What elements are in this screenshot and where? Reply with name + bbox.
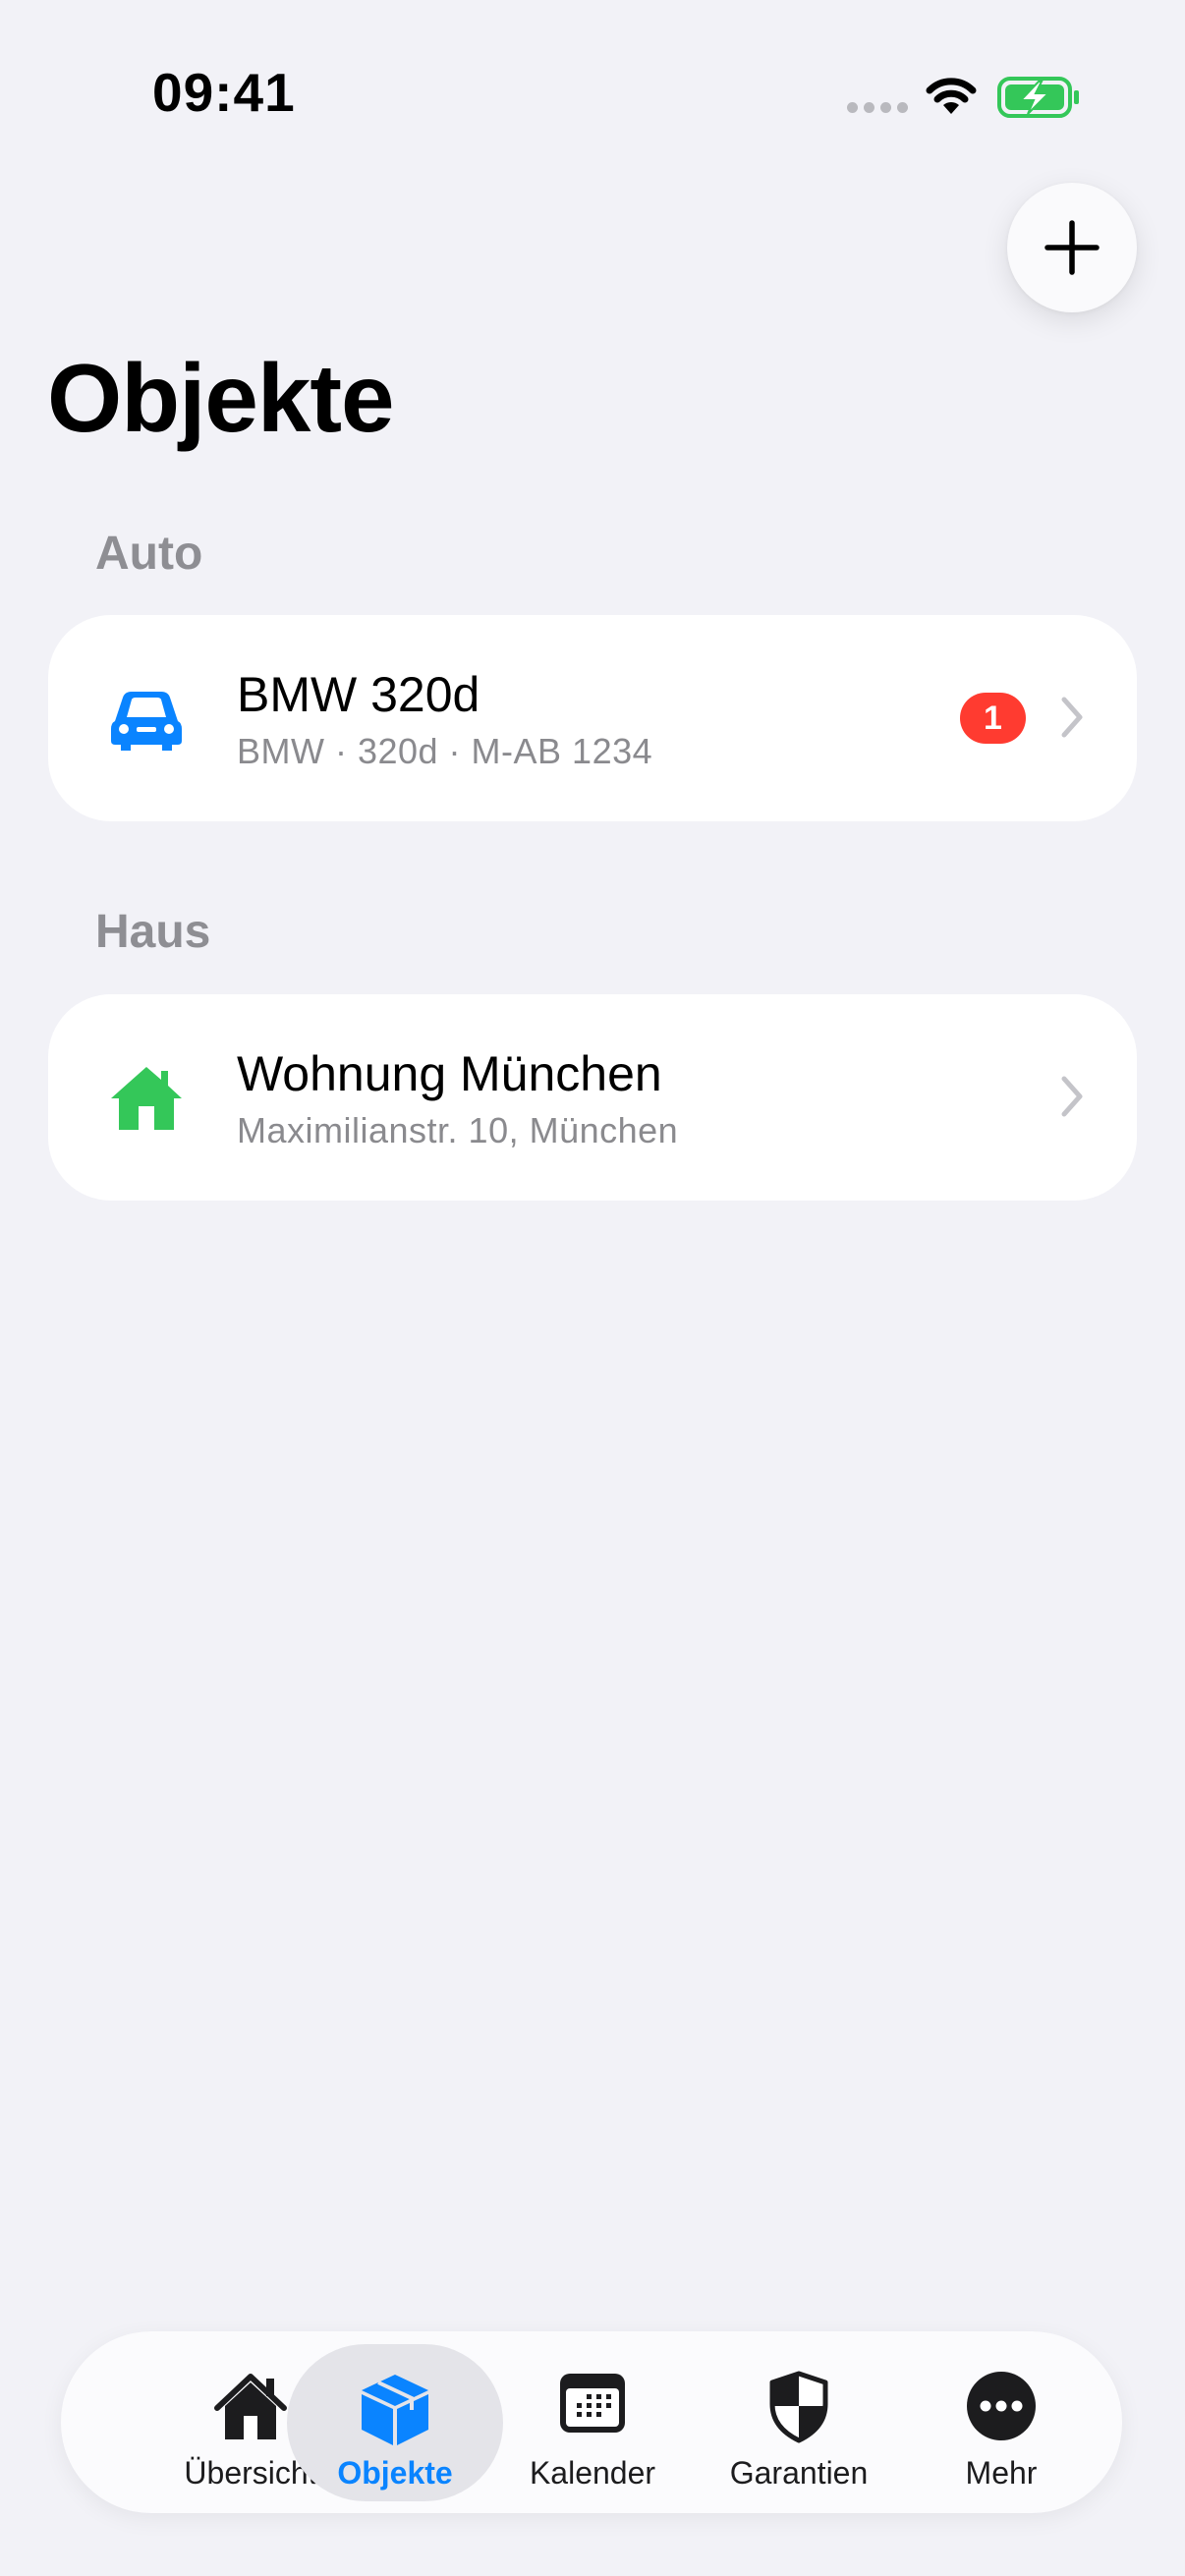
signal-dots-icon — [847, 102, 908, 113]
add-button[interactable] — [1007, 183, 1137, 312]
status-bar: 09:41 — [0, 0, 1185, 187]
calendar-icon — [560, 2374, 625, 2433]
tab-label: Objekte — [337, 2455, 453, 2491]
notification-badge: 1 — [960, 693, 1026, 744]
section-header-auto: Auto — [95, 528, 203, 580]
tab-label: Garantien — [729, 2455, 869, 2491]
object-subtitle: BMW · 320d · M-AB 1234 — [237, 731, 653, 771]
page-title: Objekte — [47, 344, 394, 452]
tab-garantien[interactable]: Garantien — [691, 2344, 907, 2501]
wifi-icon — [926, 78, 977, 114]
tab-kalender[interactable]: Kalender — [484, 2344, 701, 2501]
chevron-right-icon — [1061, 1076, 1083, 1117]
object-subtitle: Maximilianstr. 10, München — [237, 1110, 679, 1150]
object-title: BMW 320d — [237, 667, 480, 722]
ellipsis-circle-icon — [967, 2372, 1036, 2440]
house-icon — [111, 1067, 182, 1130]
shield-icon — [769, 2371, 828, 2443]
section-header-haus: Haus — [95, 906, 211, 958]
tab-label: Mehr — [965, 2455, 1038, 2491]
tab-label: Kalender — [529, 2455, 656, 2491]
plus-icon — [1044, 220, 1100, 275]
car-icon — [111, 692, 182, 751]
status-time: 09:41 — [152, 62, 296, 123]
tab-objekte[interactable]: Objekte — [287, 2344, 503, 2501]
object-card-wohnung[interactable]: Wohnung München Maximilianstr. 10, Münch… — [48, 994, 1137, 1201]
chevron-right-icon — [1061, 697, 1083, 738]
tab-bar: Übersicht Objekte Kalender Garantien Meh… — [61, 2331, 1122, 2513]
object-title: Wohnung München — [237, 1046, 662, 1101]
battery-charging-icon — [997, 77, 1079, 118]
tab-mehr[interactable]: Mehr — [893, 2344, 1109, 2501]
cube-icon — [362, 2375, 428, 2445]
house-icon — [214, 2374, 287, 2439]
object-card-bmw[interactable]: BMW 320d BMW · 320d · M-AB 1234 1 — [48, 615, 1137, 821]
